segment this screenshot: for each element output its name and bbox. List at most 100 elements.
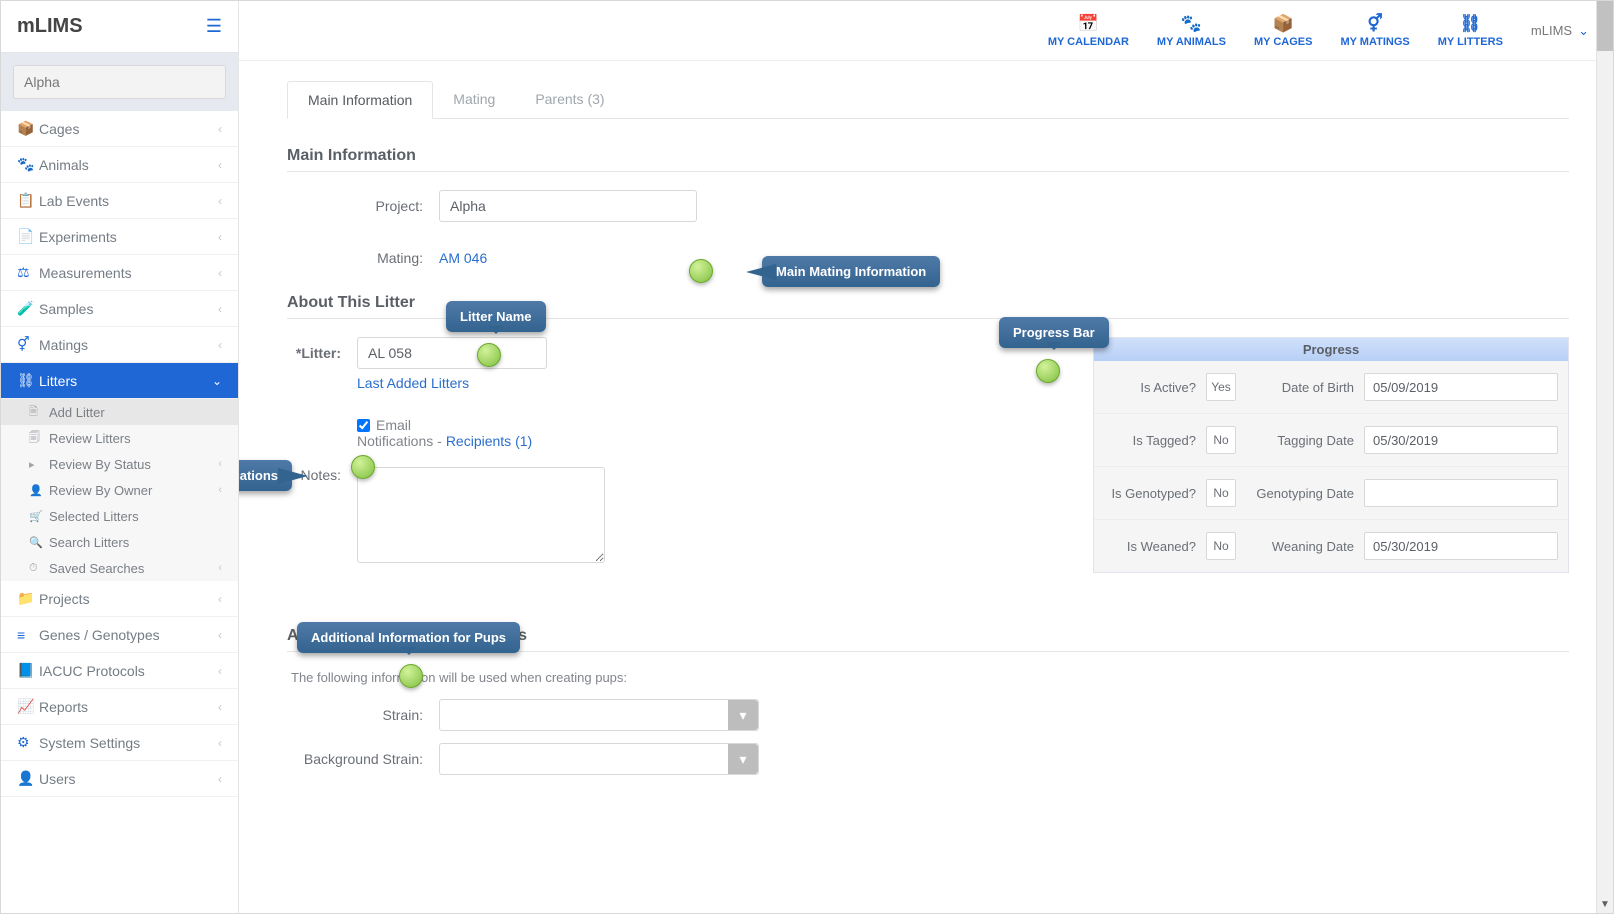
progress-date-label: Date of Birth	[1246, 380, 1354, 395]
callout-litter-name: Litter Name	[446, 301, 546, 332]
sidebar-item-genes-genotypes[interactable]: ≡Genes / Genotypes‹	[1, 617, 238, 653]
last-added-link[interactable]: Last Added Litters	[357, 375, 469, 391]
sidebar-item-cages[interactable]: 📦Cages‹	[1, 111, 238, 147]
user-label: mLIMS	[1531, 23, 1572, 38]
sidebar-item-iacuc-protocols[interactable]: 📘IACUC Protocols‹	[1, 653, 238, 689]
nav-icon: 🧪	[17, 300, 39, 317]
sidebar-sub-selected-litters[interactable]: 🛒Selected Litters	[1, 503, 238, 529]
nav-label: Users	[39, 771, 218, 787]
progress-badge[interactable]: Yes	[1206, 373, 1236, 401]
dot-progress	[1036, 359, 1060, 383]
main-info-title: Main Information	[287, 147, 1569, 165]
sidebar-item-litters[interactable]: ⛓Litters⌄	[1, 363, 238, 399]
user-menu[interactable]: mLIMS ⌄	[1531, 23, 1589, 39]
progress-row: Is Tagged? No Tagging Date	[1094, 413, 1568, 466]
tab-parents-[interactable]: Parents (3)	[515, 81, 624, 118]
dot-additional	[399, 664, 423, 688]
scrollbar-thumb[interactable]	[1597, 1, 1613, 51]
topnav-my-calendar[interactable]: 📅MY CALENDAR	[1048, 14, 1129, 48]
topnav-label: MY MATINGS	[1340, 36, 1409, 48]
tab-mating[interactable]: Mating	[433, 81, 515, 118]
dot-main-mating	[689, 259, 713, 283]
progress-date-label: Weaning Date	[1246, 539, 1354, 554]
dot-litter-name	[477, 343, 501, 367]
sidebar-item-system-settings[interactable]: ⚙System Settings‹	[1, 725, 238, 761]
progress-date-input[interactable]	[1364, 532, 1558, 560]
nav-icon: 📈	[17, 698, 39, 715]
nav-label: Genes / Genotypes	[39, 627, 218, 643]
chevron-icon: ‹	[218, 736, 222, 750]
sidebar-item-experiments[interactable]: 📄Experiments‹	[1, 219, 238, 255]
sidebar-nav: 📦Cages‹🐾Animals‹📋Lab Events‹📄Experiments…	[1, 111, 238, 797]
email-label: Email	[376, 417, 411, 433]
sidebar-sub-review-litters[interactable]: 🗐Review Litters	[1, 425, 238, 451]
nav-label: Litters	[39, 373, 212, 389]
topnav-my-matings[interactable]: ⚥ MY MATINGS	[1340, 14, 1409, 48]
nav-label: IACUC Protocols	[39, 663, 218, 679]
search-input[interactable]	[13, 65, 226, 99]
nav-icon: 📦	[17, 120, 39, 137]
sidebar-sub-review-by-owner[interactable]: 👤Review By Owner‹	[1, 477, 238, 503]
litter-input[interactable]	[357, 337, 547, 369]
topnav-label: MY ANIMALS	[1157, 36, 1226, 48]
bg-strain-select[interactable]	[439, 743, 759, 775]
sidebar-item-lab-events[interactable]: 📋Lab Events‹	[1, 183, 238, 219]
progress-badge[interactable]: No	[1206, 479, 1236, 507]
sidebar-item-animals[interactable]: 🐾Animals‹	[1, 147, 238, 183]
sidebar-item-samples[interactable]: 🧪Samples‹	[1, 291, 238, 327]
topnav-icon: ⚥	[1367, 14, 1382, 34]
app-logo: mLIMS	[17, 15, 83, 38]
sidebar-sub-add-litter[interactable]: 🗎Add Litter	[1, 399, 238, 425]
strain-select[interactable]	[439, 699, 759, 731]
topnav-my-cages[interactable]: 📦MY CAGES	[1254, 14, 1312, 48]
sidebar-item-reports[interactable]: 📈Reports‹	[1, 689, 238, 725]
notes-textarea[interactable]	[357, 467, 605, 563]
chevron-icon: ‹	[218, 458, 222, 470]
scrollbar[interactable]: ▼	[1596, 1, 1613, 913]
sidebar-sub-search-litters[interactable]: 🔍Search Litters	[1, 529, 238, 555]
tab-main-information[interactable]: Main Information	[287, 81, 433, 119]
chevron-icon: ‹	[218, 562, 222, 574]
callout-main-mating: Main Mating Information	[762, 256, 940, 287]
project-input[interactable]	[439, 190, 697, 222]
sidebar-item-measurements[interactable]: ⚖Measurements‹	[1, 255, 238, 291]
nav-icon: 📘	[17, 662, 39, 679]
nav-icon: 🐾	[17, 156, 39, 173]
email-checkbox[interactable]	[357, 419, 370, 432]
progress-date-label: Genotyping Date	[1246, 486, 1354, 501]
nav-label: Measurements	[39, 265, 218, 281]
topnav-my-animals[interactable]: 🐾MY ANIMALS	[1157, 14, 1226, 48]
progress-badge[interactable]: No	[1206, 532, 1236, 560]
sub-label: Review By Status	[49, 457, 151, 472]
scroll-down-icon[interactable]: ▼	[1597, 896, 1613, 913]
nav-icon: ⛓	[17, 372, 39, 389]
callout-email: Email Notifications	[239, 460, 292, 491]
nav-icon: 📋	[17, 192, 39, 209]
sidebar-item-users[interactable]: 👤Users‹	[1, 761, 238, 797]
progress-date-input[interactable]	[1364, 479, 1558, 507]
progress-badge[interactable]: No	[1206, 426, 1236, 454]
sub-icon: ▸	[29, 458, 45, 471]
nav-label: Matings	[39, 337, 218, 353]
sidebar-sub-review-by-status[interactable]: ▸ Review By Status ‹	[1, 451, 238, 477]
chevron-down-icon: ⌄	[1578, 23, 1589, 39]
nav-icon: 📄	[17, 228, 39, 245]
sidebar-item-matings[interactable]: ⚥Matings‹	[1, 327, 238, 363]
chevron-icon: ‹	[218, 338, 222, 352]
chevron-icon: ‹	[218, 484, 222, 496]
sub-label: Review By Owner	[49, 483, 152, 498]
sidebar-item-projects[interactable]: 📁Projects‹	[1, 581, 238, 617]
topnav-my-litters[interactable]: ⛓MY LITTERS	[1438, 14, 1503, 48]
logo-row: mLIMS ☰	[1, 1, 238, 53]
litter-label: *Litter:	[239, 345, 357, 361]
tabs: Main InformationMatingParents (3)	[287, 81, 1569, 119]
sidebar-sub-saved-searches[interactable]: ⏱Saved Searches‹	[1, 555, 238, 581]
nav-icon: ⚥	[17, 336, 39, 353]
mating-link[interactable]: AM 046	[439, 250, 487, 266]
callout-additional: Additional Information for Pups	[297, 622, 520, 653]
recipients-link[interactable]: Recipients (1)	[446, 433, 532, 449]
progress-date-input[interactable]	[1364, 426, 1558, 454]
strain-label: Strain:	[287, 707, 439, 723]
hamburger-icon[interactable]: ☰	[206, 16, 222, 37]
progress-date-input[interactable]	[1364, 373, 1558, 401]
